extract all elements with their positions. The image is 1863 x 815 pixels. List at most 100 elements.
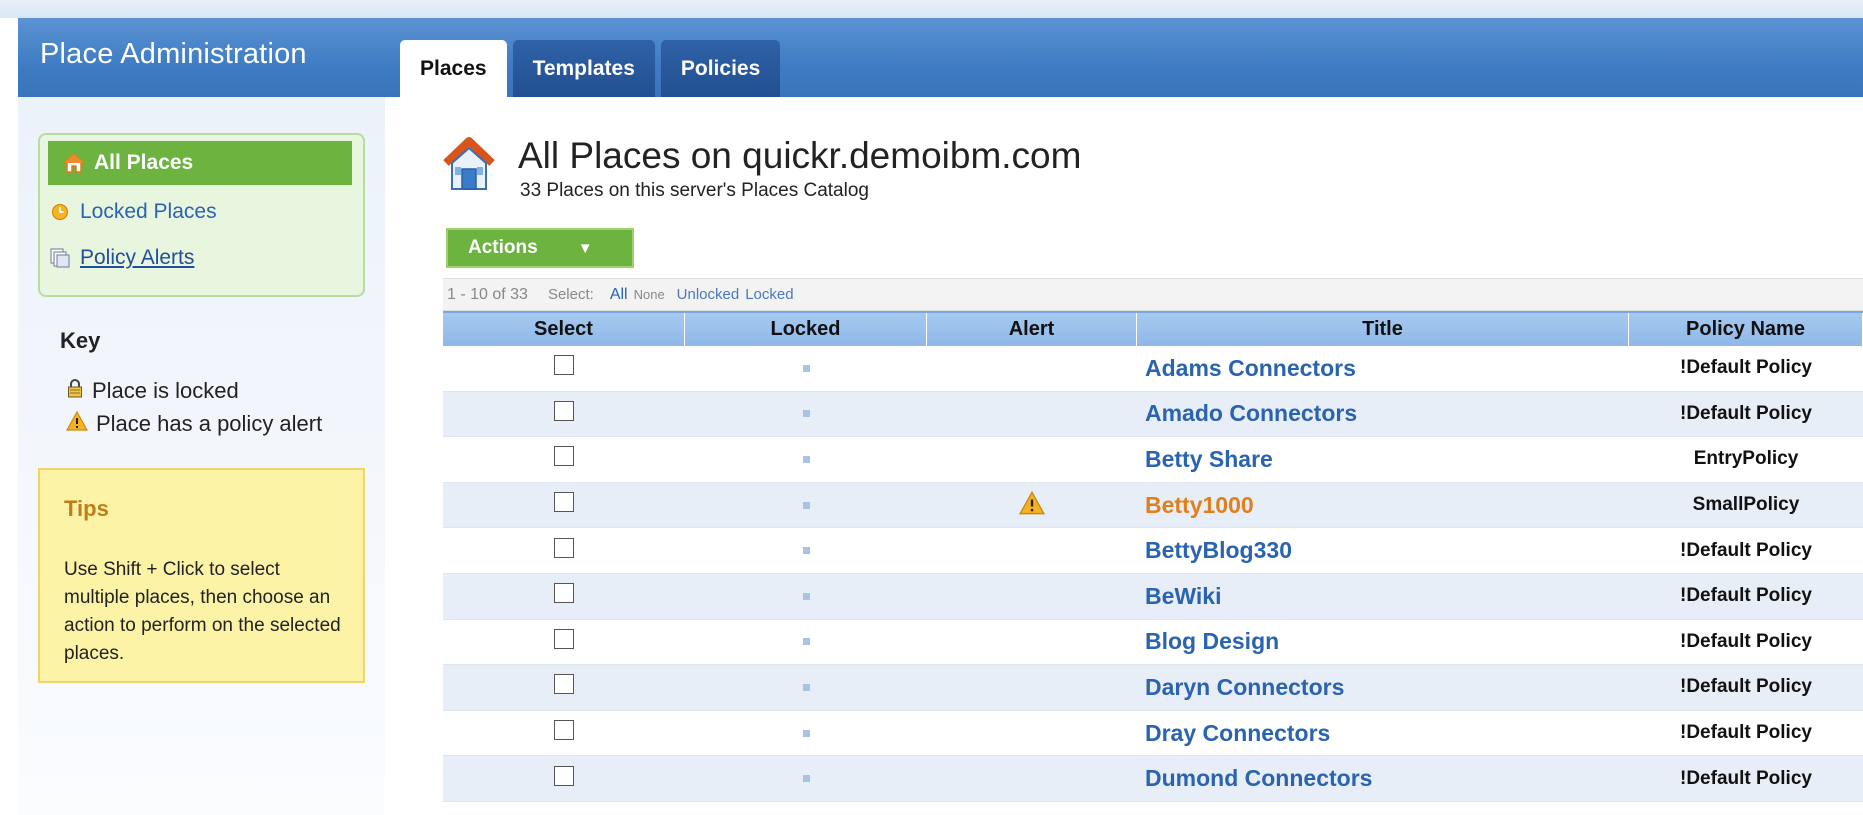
- table-row[interactable]: Adams Connectors !Default Policy: [443, 346, 1863, 392]
- row-checkbox[interactable]: [554, 446, 574, 467]
- unlocked-dot-icon: [802, 638, 810, 646]
- house-icon: [440, 133, 498, 193]
- policy-cell: !Default Policy: [1629, 528, 1863, 573]
- select-cell: [443, 483, 685, 528]
- place-title-link[interactable]: Blog Design: [1137, 628, 1279, 655]
- table-body: Adams Connectors !Default Policy Amado Con…: [443, 346, 1863, 802]
- policy-name: !Default Policy: [1680, 722, 1812, 744]
- select-none-link[interactable]: None: [634, 287, 665, 302]
- tips-title: Tips: [64, 496, 109, 521]
- unlocked-dot-icon: [802, 729, 810, 737]
- key-alert: Place has a policy alert: [65, 410, 323, 437]
- place-title-link[interactable]: Betty Share: [1137, 446, 1273, 473]
- unlocked-dot-icon: [802, 683, 810, 691]
- table-row[interactable]: Dray Connectors !Default Policy: [443, 710, 1863, 757]
- alert-cell: [927, 528, 1137, 573]
- app-title: Place Administration: [40, 38, 307, 70]
- title-cell: Adams Connectors: [1137, 346, 1629, 391]
- sidebar-item-locked-places[interactable]: Locked Places: [48, 200, 217, 224]
- select-cell: [443, 620, 685, 665]
- tab-policies[interactable]: Policies: [660, 40, 781, 97]
- place-title-link[interactable]: Betty1000: [1137, 492, 1254, 519]
- actions-label: Actions: [468, 237, 538, 258]
- select-all-link[interactable]: All: [610, 286, 628, 304]
- policy-cell: !Default Policy: [1629, 711, 1863, 756]
- column-header-policy[interactable]: Policy Name: [1629, 313, 1863, 346]
- table-row[interactable]: Betty1000 SmallPolicy: [443, 482, 1863, 529]
- place-title-link[interactable]: BettyBlog330: [1137, 537, 1292, 564]
- caret-down-icon: ▼: [577, 239, 593, 257]
- column-header-locked[interactable]: Locked: [685, 313, 927, 346]
- unlocked-dot-icon: [802, 455, 810, 463]
- column-header-title[interactable]: Title: [1137, 313, 1629, 346]
- table-row[interactable]: BeWiki !Default Policy: [443, 573, 1863, 620]
- policy-name: !Default Policy: [1680, 767, 1812, 789]
- unlocked-dot-icon: [802, 775, 810, 783]
- copies-icon: [48, 246, 72, 270]
- row-checkbox[interactable]: [554, 355, 574, 376]
- place-title-link[interactable]: Amado Connectors: [1137, 400, 1357, 427]
- table-row[interactable]: BettyBlog330 !Default Policy: [443, 528, 1863, 574]
- place-title-link[interactable]: Dray Connectors: [1137, 720, 1330, 747]
- table-row[interactable]: Dumond Connectors !Default Policy: [443, 756, 1863, 802]
- locked-cell: [685, 346, 927, 391]
- row-checkbox[interactable]: [554, 583, 574, 604]
- alert-cell: [927, 665, 1137, 710]
- title-cell: Betty Share: [1137, 437, 1629, 482]
- sidebar-item-policy-alerts[interactable]: Policy Alerts: [48, 246, 194, 270]
- row-checkbox[interactable]: [554, 537, 574, 558]
- sidebar-item-all-places[interactable]: All Places: [48, 141, 352, 185]
- place-title-link[interactable]: BeWiki: [1137, 583, 1221, 610]
- page-range: 1 - 10 of 33: [447, 285, 528, 303]
- select-cell: [443, 574, 685, 619]
- select-locked-link[interactable]: Locked: [745, 286, 793, 303]
- place-title-link[interactable]: Dumond Connectors: [1137, 765, 1372, 792]
- row-checkbox[interactable]: [554, 492, 574, 513]
- row-checkbox[interactable]: [554, 674, 574, 695]
- title-cell: BettyBlog330: [1137, 528, 1629, 573]
- select-cell: [443, 665, 685, 710]
- row-checkbox[interactable]: [554, 765, 574, 786]
- title-cell: Betty1000: [1137, 483, 1629, 528]
- locked-cell: [685, 711, 927, 756]
- policy-cell: SmallPolicy: [1629, 483, 1863, 528]
- row-checkbox[interactable]: [554, 720, 574, 741]
- column-header-select[interactable]: Select: [443, 313, 685, 346]
- clock-icon: [48, 200, 72, 224]
- policy-name: !Default Policy: [1680, 585, 1812, 607]
- policy-name: !Default Policy: [1680, 402, 1812, 424]
- select-unlocked-link[interactable]: Unlocked: [677, 286, 740, 303]
- column-header-alert[interactable]: Alert: [927, 313, 1137, 346]
- alert-cell: [927, 756, 1137, 801]
- alert-cell: [927, 574, 1137, 619]
- locked-cell: [685, 392, 927, 437]
- key-title: Key: [60, 328, 101, 353]
- locked-cell: [685, 665, 927, 710]
- select-cell: [443, 528, 685, 573]
- row-checkbox[interactable]: [554, 628, 574, 649]
- place-title-link[interactable]: Daryn Connectors: [1137, 674, 1344, 701]
- tab-places[interactable]: Places: [400, 40, 507, 97]
- actions-button[interactable]: Actions ▼: [446, 228, 634, 268]
- table-row[interactable]: Amado Connectors !Default Policy: [443, 391, 1863, 438]
- key-alert-label: Place has a policy alert: [96, 411, 323, 436]
- table-row[interactable]: Betty Share EntryPolicy: [443, 437, 1863, 483]
- title-cell: BeWiki: [1137, 574, 1629, 619]
- alert-cell: [927, 437, 1137, 482]
- policy-cell: !Default Policy: [1629, 346, 1863, 391]
- title-cell: Daryn Connectors: [1137, 665, 1629, 710]
- table-row[interactable]: Blog Design !Default Policy: [443, 619, 1863, 666]
- policy-name: EntryPolicy: [1693, 448, 1799, 470]
- tab-templates[interactable]: Templates: [512, 40, 655, 97]
- select-label: Select:: [547, 286, 594, 303]
- policy-name: !Default Policy: [1680, 630, 1812, 652]
- table-row[interactable]: Daryn Connectors !Default Policy: [443, 665, 1863, 711]
- page-subtitle: 33 Places on this server's Places Catalo…: [520, 180, 869, 201]
- policy-name: !Default Policy: [1680, 357, 1812, 379]
- unlocked-dot-icon: [802, 592, 810, 600]
- row-checkbox[interactable]: [554, 400, 574, 421]
- select-cell: [443, 756, 685, 801]
- place-title-link[interactable]: Adams Connectors: [1137, 355, 1356, 382]
- policy-name: !Default Policy: [1680, 539, 1812, 561]
- home-icon: [62, 151, 86, 175]
